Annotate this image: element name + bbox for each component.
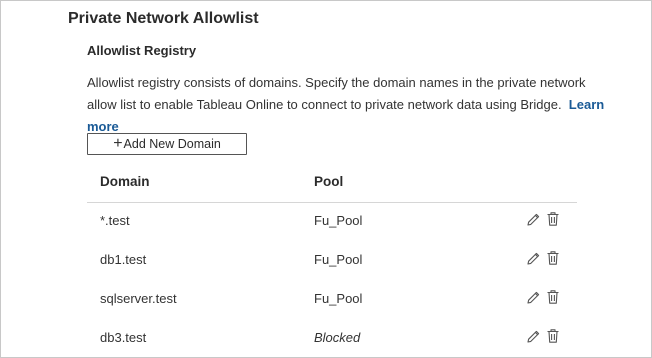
add-new-domain-label: Add New Domain	[123, 137, 221, 151]
pool-column-header: Pool	[314, 174, 344, 189]
trash-icon[interactable]	[545, 288, 561, 306]
pencil-icon[interactable]	[525, 210, 541, 228]
table-row: db1.test Fu_Pool	[1, 241, 651, 280]
trash-icon[interactable]	[545, 327, 561, 345]
table-row: sqlserver.test Fu_Pool	[1, 280, 651, 319]
domain-cell: db3.test	[100, 330, 147, 345]
plus-icon: +	[113, 135, 123, 152]
allowlist-description: Allowlist registry consists of domains. …	[87, 72, 604, 138]
section-title: Allowlist Registry	[87, 43, 197, 58]
pool-cell: Blocked	[314, 330, 361, 345]
pencil-icon[interactable]	[525, 249, 541, 267]
description-line-2-text: allow list to enable Tableau Online to c…	[87, 97, 562, 112]
description-line-1: Allowlist registry consists of domains. …	[87, 75, 586, 90]
page-title: Private Network Allowlist	[68, 10, 259, 27]
learn-more-link-part-1[interactable]: Learn	[569, 97, 604, 112]
allowlist-panel: Private Network Allowlist Allowlist Regi…	[0, 0, 652, 358]
add-new-domain-button[interactable]: + Add New Domain	[87, 133, 247, 155]
domain-column-header: Domain	[100, 174, 150, 189]
pencil-icon[interactable]	[525, 327, 541, 345]
pool-cell: Fu_Pool	[314, 291, 363, 306]
domain-cell: *.test	[100, 213, 130, 228]
pool-cell: Fu_Pool	[314, 213, 363, 228]
table-row: db3.test Blocked	[1, 319, 651, 357]
pencil-icon[interactable]	[525, 288, 541, 306]
trash-icon[interactable]	[545, 249, 561, 267]
domain-cell: db1.test	[100, 252, 147, 267]
description-line-2: allow list to enable Tableau Online to c…	[87, 94, 604, 116]
table-row: *.test Fu_Pool	[1, 202, 651, 241]
learn-more-link-part-2[interactable]: more	[87, 119, 119, 134]
trash-icon[interactable]	[545, 210, 561, 228]
domain-cell: sqlserver.test	[100, 291, 177, 306]
pool-cell: Fu_Pool	[314, 252, 363, 267]
